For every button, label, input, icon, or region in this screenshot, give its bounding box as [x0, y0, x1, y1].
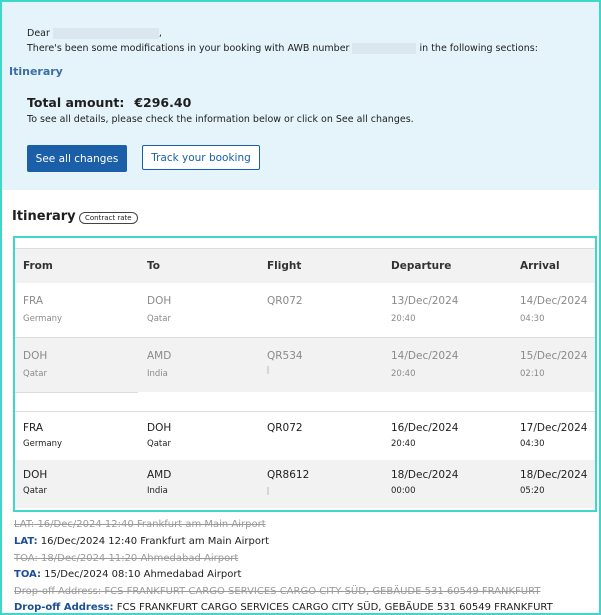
lat-new: LAT: 16/Dec/2024 12:40 Frankfurt am Main… — [14, 536, 269, 547]
toa-new-label: TOA: — [14, 569, 41, 580]
table-row-new-2: DOH Qatar AMD India QR8612 18/Dec/2024 0… — [15, 460, 595, 508]
departure-time: 00:00 — [391, 486, 416, 496]
flight-number: QR072 — [267, 422, 303, 434]
departure-date: 13/Dec/2024 — [391, 295, 459, 307]
from-code: DOH — [23, 469, 48, 481]
flight-number: QR8612 — [267, 469, 310, 481]
to-code: DOH — [147, 295, 172, 307]
email-frame: Dear , There's been some modifications i… — [0, 0, 601, 615]
redacted-name — [52, 28, 159, 39]
flight-number: QR072 — [267, 295, 303, 307]
lat-new-value: 16/Dec/2024 12:40 Frankfurt am Main Airp… — [40, 536, 270, 547]
lat-old-label: LAT: — [14, 519, 35, 530]
toa-new: TOA: 15/Dec/2024 08:10 Ahmedabad Airport — [14, 569, 241, 580]
to-country: Qatar — [147, 314, 171, 324]
header-departure: Departure — [391, 260, 452, 272]
toa-old-value: 18/Dec/2024 11:20 Ahmedabad Airport — [41, 553, 239, 564]
from-code: FRA — [23, 422, 44, 434]
dear-text: Dear — [27, 28, 50, 39]
departure-date: 16/Dec/2024 — [391, 422, 459, 434]
header-to: To — [147, 260, 160, 272]
toa-new-value: 15/Dec/2024 08:10 Ahmedabad Airport — [44, 569, 242, 580]
itinerary-table: From To Flight Departure Arrival FRA Ger… — [13, 236, 597, 512]
header-arrival: Arrival — [520, 260, 560, 272]
from-country: Qatar — [23, 486, 47, 496]
redacted-mark — [267, 487, 269, 495]
see-all-changes-button[interactable]: See all changes — [27, 145, 127, 172]
redacted-mark — [267, 366, 269, 374]
toa-old: TOA: 18/Dec/2024 11:20 Ahmedabad Airport — [14, 553, 238, 564]
dropoff-new-label: Drop-off Address: — [14, 602, 114, 613]
greeting-comma: , — [158, 28, 162, 39]
notification-banner: Dear , There's been some modifications i… — [2, 2, 599, 190]
arrival-date: 18/Dec/2024 — [520, 469, 588, 481]
arrival-time: 05:20 — [520, 486, 545, 496]
table-row-old-2: DOH Qatar AMD India QR534 14/Dec/2024 20… — [15, 338, 595, 392]
itinerary-section-link[interactable]: Itinerary — [9, 65, 63, 78]
dropoff-old: Drop-off Address: FCS FRANKFURT CARGO SE… — [14, 586, 540, 597]
contract-rate-badge: Contract rate — [79, 212, 138, 224]
header-from: From — [23, 260, 53, 272]
row-divider — [15, 392, 138, 393]
table-header: From To Flight Departure Arrival — [15, 248, 595, 284]
to-code: DOH — [147, 422, 172, 434]
modifications-line: There's been some modifications in your … — [27, 43, 538, 54]
track-booking-button[interactable]: Track your booking — [142, 145, 260, 170]
to-code: AMD — [147, 350, 172, 362]
info-text: To see all details, please check the inf… — [27, 114, 414, 125]
dropoff-old-label: Drop-off Address: — [14, 586, 102, 597]
greeting-line: Dear , — [27, 28, 162, 39]
arrival-date: 14/Dec/2024 — [520, 295, 588, 307]
from-country: Germany — [23, 439, 63, 449]
modifications-text-after: in the following sections: — [419, 43, 538, 54]
dropoff-new-value: FCS FRANKFURT CARGO SERVICES CARGO CITY … — [116, 602, 553, 613]
modifications-text-before: There's been some modifications in your … — [27, 43, 350, 54]
to-country: Qatar — [147, 439, 171, 449]
toa-old-label: TOA: — [14, 553, 38, 564]
itinerary-title: Itinerary — [12, 209, 76, 224]
redacted-awb-number — [352, 43, 417, 54]
flight-number: QR534 — [267, 350, 303, 362]
departure-date: 14/Dec/2024 — [391, 350, 459, 362]
to-country: India — [147, 369, 168, 379]
departure-time: 20:40 — [391, 369, 416, 379]
arrival-date: 17/Dec/2024 — [520, 422, 588, 434]
departure-date: 18/Dec/2024 — [391, 469, 459, 481]
departure-time: 20:40 — [391, 439, 416, 449]
total-amount-value: €296.40 — [134, 95, 192, 110]
lat-new-label: LAT: — [14, 536, 38, 547]
total-amount-label: Total amount: — [27, 95, 125, 110]
arrival-time: 02:10 — [520, 369, 545, 379]
header-flight: Flight — [267, 260, 302, 272]
lat-old: LAT: 16/Dec/2024 12:40 Frankfurt am Main… — [14, 519, 266, 530]
arrival-date: 15/Dec/2024 — [520, 350, 588, 362]
from-country: Germany — [23, 314, 63, 324]
table-row-new-1: FRA Germany DOH Qatar QR072 16/Dec/2024 … — [15, 411, 595, 461]
to-country: India — [147, 486, 168, 496]
arrival-time: 04:30 — [520, 439, 545, 449]
lat-old-value: 16/Dec/2024 12:40 Frankfurt am Main Airp… — [37, 519, 266, 530]
dropoff-old-value: FCS FRANKFURT CARGO SERVICES CARGO CITY … — [104, 586, 541, 597]
from-country: Qatar — [23, 369, 47, 379]
table-row-old-1: FRA Germany DOH Qatar QR072 13/Dec/2024 … — [15, 283, 595, 338]
arrival-time: 04:30 — [520, 314, 545, 324]
from-code: DOH — [23, 350, 48, 362]
total-amount: Total amount: €296.40 — [27, 95, 191, 110]
dropoff-new: Drop-off Address: FCS FRANKFURT CARGO SE… — [14, 602, 553, 613]
departure-time: 20:40 — [391, 314, 416, 324]
from-code: FRA — [23, 295, 44, 307]
to-code: AMD — [147, 469, 172, 481]
